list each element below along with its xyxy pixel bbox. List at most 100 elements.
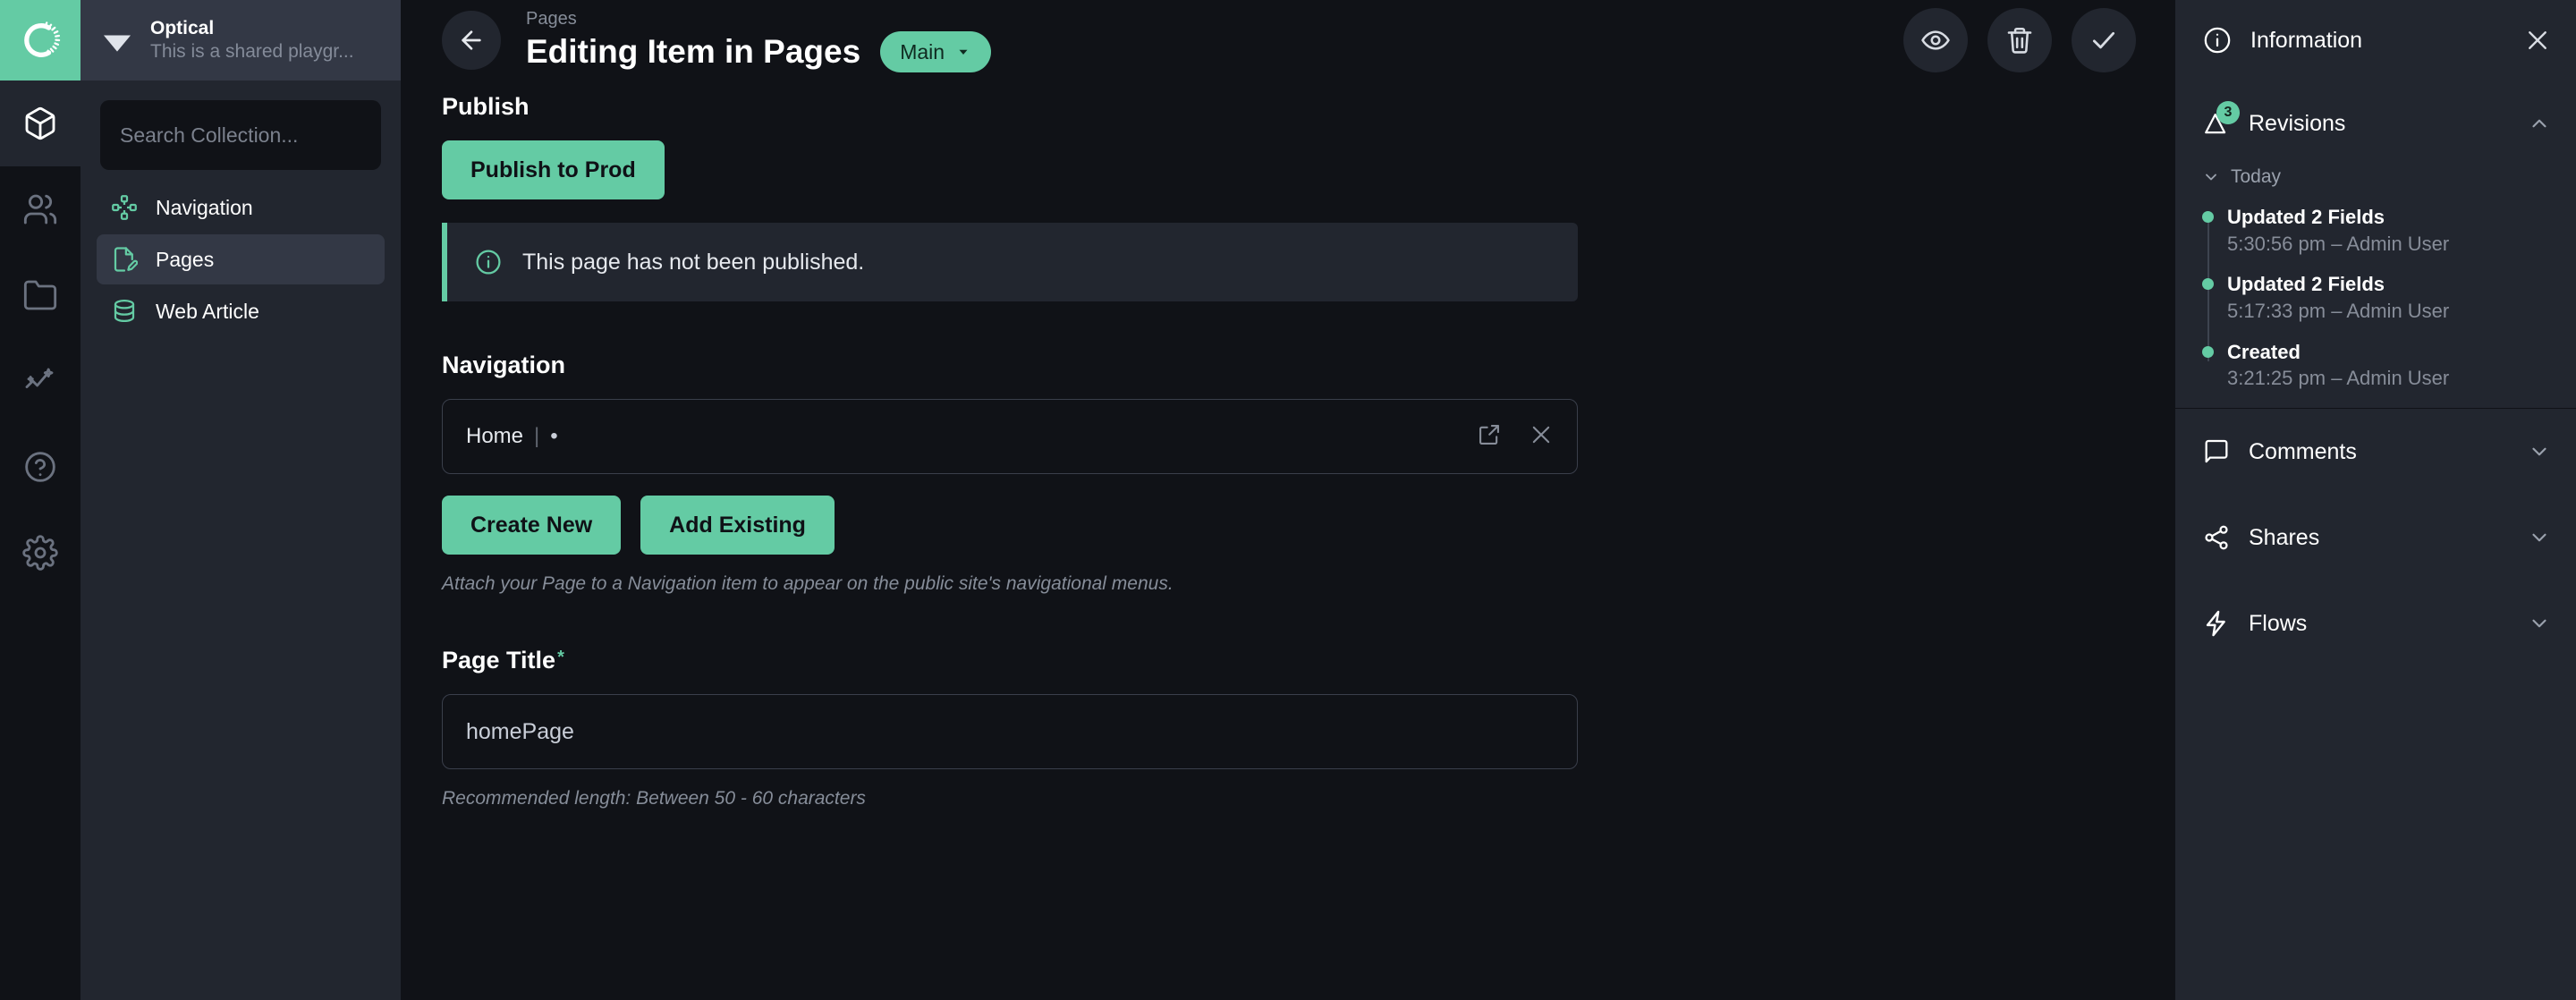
collection-sidebar: Optical This is a shared playgr... Searc… bbox=[80, 0, 401, 1000]
navigation-relation-row[interactable]: Home | • bbox=[442, 399, 1578, 474]
information-panel: Information 3 Revisions Today Updated 2 … bbox=[2175, 0, 2576, 1000]
page-title: Editing Item in Pages bbox=[526, 32, 861, 70]
shares-section[interactable]: Shares bbox=[2175, 495, 2576, 581]
revision-item[interactable]: Updated 2 Fields 5:17:33 pm – Admin User bbox=[2202, 271, 2549, 324]
navigation-label: Navigation bbox=[442, 352, 566, 378]
revisions-body: Today Updated 2 Fields 5:30:56 pm – Admi… bbox=[2175, 166, 2576, 408]
revision-title: Updated 2 Fields bbox=[2227, 206, 2385, 228]
navigation-icon bbox=[109, 194, 140, 221]
app-root: Optical This is a shared playgr... Searc… bbox=[0, 0, 2576, 1000]
delete-button[interactable] bbox=[1987, 8, 2052, 72]
information-panel-title: Information bbox=[2250, 27, 2363, 53]
sidebar-item-media[interactable] bbox=[0, 252, 80, 338]
form-area: Publish Publish to Prod This page has no… bbox=[401, 81, 2175, 1000]
revisions-list: Updated 2 Fields 5:30:56 pm – Admin User… bbox=[2202, 204, 2549, 392]
save-button[interactable] bbox=[2072, 8, 2136, 72]
database-icon bbox=[109, 298, 140, 325]
publish-to-prod-button[interactable]: Publish to Prod bbox=[442, 140, 665, 199]
revision-dot-icon bbox=[2202, 278, 2214, 291]
revision-item[interactable]: Updated 2 Fields 5:30:56 pm – Admin User bbox=[2202, 204, 2549, 257]
shares-title: Shares bbox=[2249, 524, 2320, 550]
page-title-label-text: Page Title bbox=[442, 647, 556, 674]
navigation-section: Navigation Home | • Create New Add Exist… bbox=[442, 352, 1578, 597]
search-wrapper bbox=[80, 81, 401, 182]
sidebar-item-collections[interactable] bbox=[0, 81, 80, 166]
sidebar-item-users[interactable] bbox=[0, 166, 80, 252]
open-relation-button[interactable] bbox=[1477, 422, 1502, 452]
insights-icon bbox=[25, 368, 54, 389]
page-title-help-text: Recommended length: Between 50 - 60 char… bbox=[442, 788, 866, 809]
close-icon bbox=[1532, 426, 1550, 443]
gear-icon bbox=[22, 535, 58, 571]
comments-section[interactable]: Comments bbox=[2175, 409, 2576, 495]
breadcrumb[interactable]: Pages bbox=[526, 8, 991, 30]
page-title-input[interactable] bbox=[442, 694, 1578, 770]
check-icon bbox=[2092, 31, 2115, 49]
sidebar-item-settings[interactable] bbox=[0, 510, 80, 596]
publish-status-alert: This page has not been published. bbox=[442, 223, 1578, 301]
close-panel-button[interactable] bbox=[2524, 27, 2551, 54]
sidebar-item-navigation[interactable]: Navigation bbox=[97, 182, 385, 233]
sidebar-item-pages[interactable]: Pages bbox=[97, 234, 385, 284]
revision-title: Created bbox=[2227, 340, 2301, 363]
workspace-diamond-icon bbox=[100, 23, 134, 57]
chevron-down-icon[interactable] bbox=[2528, 526, 2551, 549]
revision-title: Updated 2 Fields bbox=[2227, 273, 2385, 296]
revision-item[interactable]: Created 3:21:25 pm – Admin User bbox=[2202, 339, 2549, 392]
workspace-switcher[interactable]: Optical This is a shared playgr... bbox=[80, 0, 401, 81]
alert-text: This page has not been published. bbox=[522, 249, 865, 275]
required-marker: * bbox=[557, 648, 564, 668]
relation-dot: • bbox=[550, 424, 558, 448]
sidebar-item-insights[interactable] bbox=[0, 338, 80, 424]
sidebar-item-help[interactable] bbox=[0, 424, 80, 510]
comment-icon bbox=[2202, 437, 2231, 466]
trash-icon bbox=[2007, 27, 2032, 54]
chevron-down-icon[interactable] bbox=[2528, 612, 2551, 635]
revision-dot-icon bbox=[2202, 345, 2214, 358]
revisions-title: Revisions bbox=[2249, 110, 2346, 136]
information-panel-header: Information bbox=[2175, 0, 2576, 81]
close-icon bbox=[2529, 31, 2546, 49]
branch-label: Main bbox=[900, 39, 945, 64]
workspace-description: This is a shared playgr... bbox=[150, 41, 354, 62]
relation-value: Home bbox=[466, 424, 524, 448]
info-circle-icon bbox=[474, 248, 503, 276]
relation-separator: | bbox=[534, 424, 540, 448]
revision-meta: 3:21:25 pm – Admin User bbox=[2227, 367, 2450, 390]
page-edit-icon bbox=[109, 246, 140, 273]
workspace-name: Optical bbox=[150, 17, 215, 38]
revisions-group-label: Today bbox=[2231, 166, 2282, 187]
app-logo[interactable] bbox=[0, 0, 80, 81]
chevron-up-icon[interactable] bbox=[2528, 112, 2551, 135]
publish-section: Publish Publish to Prod This page has no… bbox=[442, 93, 1578, 301]
revision-meta: 5:30:56 pm – Admin User bbox=[2227, 232, 2450, 255]
branch-selector[interactable]: Main bbox=[880, 31, 992, 72]
main-content: Pages Editing Item in Pages Main Publish… bbox=[401, 0, 2175, 1000]
chevron-down-icon[interactable] bbox=[2528, 440, 2551, 463]
preview-button[interactable] bbox=[1903, 8, 1968, 72]
lightning-icon bbox=[2202, 609, 2231, 638]
title-block: Pages Editing Item in Pages Main bbox=[526, 8, 992, 72]
page-title-section: Page Title * Recommended length: Between… bbox=[442, 647, 1578, 811]
chevron-down-icon bbox=[2206, 174, 2216, 181]
users-icon bbox=[23, 194, 57, 225]
back-button[interactable] bbox=[442, 11, 501, 70]
add-existing-button[interactable]: Add Existing bbox=[640, 496, 835, 555]
remove-relation-button[interactable] bbox=[1529, 422, 1554, 452]
revisions-group-today[interactable]: Today bbox=[2202, 166, 2549, 188]
icon-rail bbox=[0, 0, 80, 1000]
revisions-badge: 3 bbox=[2216, 101, 2240, 124]
collections-icon bbox=[25, 106, 55, 140]
create-new-button[interactable]: Create New bbox=[442, 496, 622, 555]
info-circle-icon bbox=[2202, 25, 2233, 55]
flows-title: Flows bbox=[2249, 610, 2308, 636]
revision-dot-icon bbox=[2202, 211, 2214, 223]
search-input[interactable] bbox=[100, 100, 381, 170]
eye-icon bbox=[1921, 30, 1950, 50]
flows-section[interactable]: Flows bbox=[2175, 581, 2576, 666]
revisions-icon: 3 bbox=[2202, 101, 2240, 138]
sidebar-item-label: Web Article bbox=[156, 299, 259, 323]
chevron-down-icon bbox=[959, 49, 968, 55]
revisions-header[interactable]: 3 Revisions bbox=[2175, 81, 2576, 166]
sidebar-item-web-article[interactable]: Web Article bbox=[97, 286, 385, 336]
